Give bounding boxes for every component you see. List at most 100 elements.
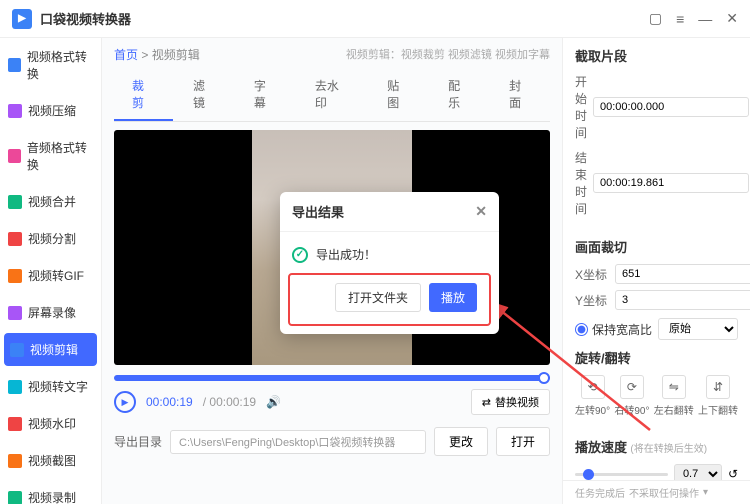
sidebar-icon bbox=[8, 491, 22, 504]
start-time-label: 开始时间 bbox=[575, 73, 587, 141]
open-folder-button[interactable]: 打开文件夹 bbox=[335, 283, 421, 312]
dialog-actions-highlight: 打开文件夹 播放 bbox=[288, 273, 491, 326]
tab-0[interactable]: 裁剪 bbox=[114, 69, 173, 121]
sidebar-item-label: 视频剪辑 bbox=[30, 341, 78, 358]
time-current: 00:00:19 bbox=[146, 395, 193, 409]
dialog-title: 导出结果 bbox=[292, 202, 344, 221]
settings-panel: 截取片段 开始时间 ↻ 结束时间 ↻ 画面裁切 X坐标 宽度 Y坐标 高度 保持… bbox=[562, 38, 750, 504]
sidebar-icon bbox=[8, 195, 22, 209]
sidebar-item-2[interactable]: 音频格式转换 bbox=[0, 129, 101, 183]
sidebar-item-5[interactable]: 视频转GIF bbox=[0, 257, 101, 294]
sidebar-item-10[interactable]: 视频截图 bbox=[0, 442, 101, 479]
folder-icon[interactable]: ▢ bbox=[649, 10, 662, 27]
app-title: 口袋视频转换器 bbox=[40, 9, 649, 28]
dialog-message: 导出成功！ bbox=[316, 246, 376, 263]
sidebar-icon bbox=[8, 269, 22, 283]
rotate-option-2[interactable]: ⇋左右翻转 bbox=[654, 375, 694, 417]
progress-handle[interactable] bbox=[538, 372, 550, 384]
menu-icon[interactable]: ≡ bbox=[676, 11, 684, 27]
sidebar-icon bbox=[8, 380, 22, 394]
open-dir-button[interactable]: 打开 bbox=[496, 427, 550, 456]
sidebar-item-8[interactable]: 视频转文字 bbox=[0, 368, 101, 405]
tab-3[interactable]: 去水印 bbox=[297, 69, 367, 121]
sidebar-item-6[interactable]: 屏幕录像 bbox=[0, 294, 101, 331]
sidebar-item-label: 音频格式转换 bbox=[27, 139, 93, 173]
sidebar-item-11[interactable]: 视频录制 bbox=[0, 479, 101, 504]
sidebar-item-9[interactable]: 视频水印 bbox=[0, 405, 101, 442]
export-result-dialog: 导出结果 ✕ ✓ 导出成功！ 打开文件夹 播放 bbox=[280, 192, 499, 334]
sidebar-item-7[interactable]: 视频剪辑 bbox=[4, 333, 97, 366]
sidebar-item-label: 屏幕录像 bbox=[28, 304, 76, 321]
crop-section-title: 画面裁切 bbox=[575, 237, 738, 256]
rotate-icon: ⇵ bbox=[706, 375, 730, 399]
rotate-section-title: 旋转/翻转 bbox=[575, 348, 738, 367]
titlebar: ▶ 口袋视频转换器 ▢ ≡ — ✕ bbox=[0, 0, 750, 38]
play-file-button[interactable]: 播放 bbox=[429, 283, 477, 312]
x-label: X坐标 bbox=[575, 266, 609, 283]
reset-speed-icon[interactable]: ↺ bbox=[728, 467, 738, 481]
success-check-icon: ✓ bbox=[292, 247, 308, 263]
sidebar-item-label: 视频转GIF bbox=[28, 267, 84, 284]
tab-4[interactable]: 贴图 bbox=[369, 69, 428, 121]
y-label: Y坐标 bbox=[575, 292, 609, 309]
sidebar-item-label: 视频转文字 bbox=[28, 378, 88, 395]
sidebar-icon bbox=[8, 232, 22, 246]
progress-bar[interactable] bbox=[114, 375, 550, 381]
footer-label: 任务完成后 bbox=[575, 485, 625, 500]
breadcrumb-description: 视频剪辑：视频裁剪 视频滤镜 视频加字幕 bbox=[346, 46, 550, 63]
tab-1[interactable]: 滤镜 bbox=[175, 69, 234, 121]
breadcrumb-home[interactable]: 首页 bbox=[114, 48, 138, 62]
export-path-input[interactable] bbox=[170, 430, 426, 454]
sidebar-item-3[interactable]: 视频合并 bbox=[0, 183, 101, 220]
close-icon[interactable]: ✕ bbox=[726, 10, 738, 27]
breadcrumb-current: 视频剪辑 bbox=[152, 48, 200, 62]
y-input[interactable] bbox=[615, 290, 750, 310]
rotate-option-3[interactable]: ⇵上下翻转 bbox=[698, 375, 738, 417]
sidebar-icon bbox=[8, 306, 22, 320]
sidebar: 视频格式转换视频压缩音频格式转换视频合并视频分割视频转GIF 屏幕录像视频剪辑视频… bbox=[0, 38, 102, 504]
tab-6[interactable]: 封面 bbox=[491, 69, 550, 121]
x-input[interactable] bbox=[615, 264, 750, 284]
sidebar-icon bbox=[8, 149, 21, 163]
sidebar-item-label: 视频压缩 bbox=[28, 102, 76, 119]
speed-label: 播放速度 bbox=[575, 440, 627, 455]
end-time-label: 结束时间 bbox=[575, 149, 587, 217]
editor-tabs: 裁剪滤镜字幕去水印贴图配乐封面 bbox=[114, 69, 550, 122]
sidebar-item-0[interactable]: 视频格式转换 bbox=[0, 38, 101, 92]
minimize-icon[interactable]: — bbox=[698, 11, 712, 27]
export-dir-label: 导出目录 bbox=[114, 433, 162, 450]
tab-5[interactable]: 配乐 bbox=[430, 69, 489, 121]
sidebar-icon bbox=[8, 454, 22, 468]
sidebar-item-label: 视频水印 bbox=[28, 415, 76, 432]
time-total: 00:00:19 bbox=[209, 395, 256, 409]
sidebar-item-4[interactable]: 视频分割 bbox=[0, 220, 101, 257]
sidebar-icon bbox=[8, 417, 22, 431]
sidebar-item-1[interactable]: 视频压缩 bbox=[0, 92, 101, 129]
swap-icon: ⇄ bbox=[482, 396, 491, 409]
clip-section-title: 截取片段 bbox=[575, 46, 738, 65]
end-time-input[interactable] bbox=[593, 173, 749, 193]
rotate-option-0[interactable]: ⟲左转90° bbox=[575, 375, 610, 417]
sidebar-item-label: 视频格式转换 bbox=[27, 48, 93, 82]
app-logo-icon: ▶ bbox=[12, 9, 32, 29]
rotate-icon: ⟲ bbox=[581, 375, 605, 399]
ratio-select[interactable]: 原始 bbox=[658, 318, 738, 340]
change-dir-button[interactable]: 更改 bbox=[434, 427, 488, 456]
sidebar-item-label: 视频合并 bbox=[28, 193, 76, 210]
sidebar-item-label: 视频截图 bbox=[28, 452, 76, 469]
volume-icon[interactable]: 🔊 bbox=[266, 395, 281, 409]
sidebar-icon bbox=[8, 58, 21, 72]
keep-ratio-radio[interactable]: 保持宽高比 bbox=[575, 321, 652, 338]
play-button[interactable]: ▶ bbox=[114, 391, 136, 413]
replace-video-button[interactable]: ⇄ 替换视频 bbox=[471, 389, 550, 415]
rotate-option-1[interactable]: ⟳右转90° bbox=[614, 375, 649, 417]
sidebar-icon bbox=[10, 343, 24, 357]
tab-2[interactable]: 字幕 bbox=[236, 69, 295, 121]
start-time-input[interactable] bbox=[593, 97, 749, 117]
speed-slider[interactable] bbox=[575, 473, 668, 476]
dialog-close-icon[interactable]: ✕ bbox=[475, 203, 487, 220]
rotate-icon: ⟳ bbox=[620, 375, 644, 399]
footer-option[interactable]: 不采取任何操作 bbox=[629, 485, 699, 500]
slider-thumb[interactable] bbox=[583, 469, 594, 480]
footer-bar: 任务完成后 不采取任何操作 ▾ bbox=[562, 480, 750, 504]
